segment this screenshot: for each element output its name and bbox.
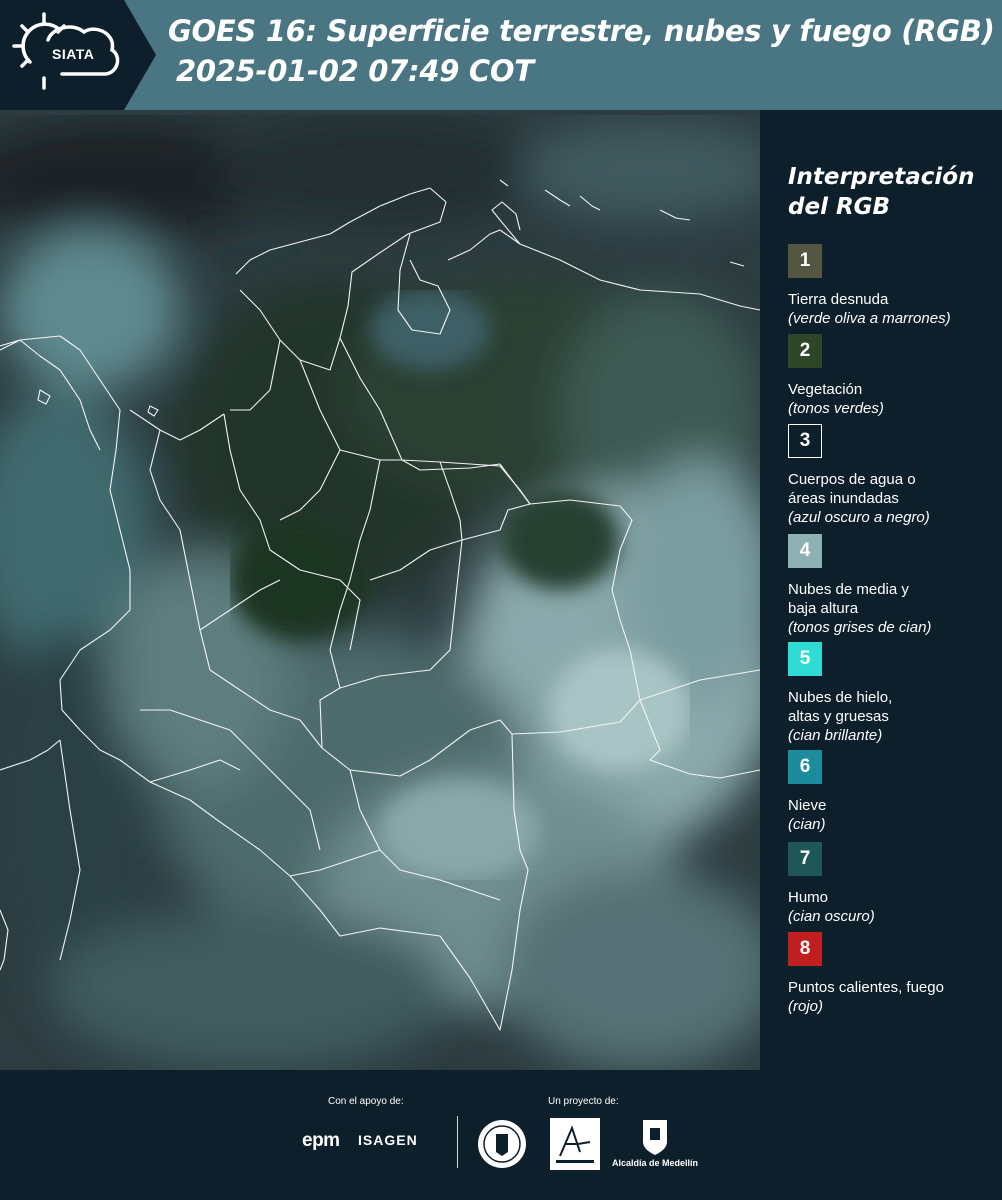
legend-swatch: 3 — [788, 424, 822, 458]
legend-item-snow: 6 Nieve (cian) — [788, 750, 993, 834]
legend-sublabel: (tonos grises de cian) — [788, 619, 932, 636]
footer-divider — [457, 1116, 458, 1168]
header-chevron — [124, 0, 156, 110]
legend-swatch: 7 — [788, 842, 822, 876]
legend-panel: Interpretación del RGB 1 Tierra desnuda … — [760, 110, 1002, 1070]
satellite-map — [0, 110, 760, 1070]
epm-logo: epm — [302, 1130, 340, 1151]
legend-label: Nubes de media y baja altura — [788, 581, 909, 617]
legend-item-ice-clouds: 5 Nubes de hielo, altas y gruesas (cian … — [788, 642, 993, 745]
legend-swatch: 1 — [788, 244, 822, 278]
legend-label: Cuerpos de agua o áreas inundadas — [788, 471, 916, 507]
medellin-coat-of-arms-icon — [643, 1120, 667, 1155]
footer: Con el apoyo de: Un proyecto de: epm ISA… — [0, 1070, 1002, 1200]
legend-swatch: 8 — [788, 932, 822, 966]
legend-label: Puntos calientes, fuego — [788, 979, 944, 996]
university-seal-icon — [478, 1120, 526, 1168]
legend-label: Nieve — [788, 797, 827, 814]
legend-sublabel: (cian oscuro) — [788, 908, 875, 925]
legend-swatch: 5 — [788, 642, 822, 676]
legend-item-bare-land: 1 Tierra desnuda (verde oliva a marrones… — [788, 244, 993, 328]
legend-title: Interpretación del RGB — [788, 164, 975, 220]
legend-item-vegetation: 2 Vegetación (tonos verdes) — [788, 334, 993, 418]
page-timestamp: 2025-01-02 07:49 COT — [176, 54, 534, 88]
legend-label: Tierra desnuda — [788, 291, 889, 308]
legend-item-smoke: 7 Humo (cian oscuro) — [788, 842, 993, 926]
siata-wordmark: SIATA — [52, 46, 95, 62]
siata-logo: SIATA — [0, 0, 124, 110]
isagen-logo: ISAGEN — [358, 1132, 418, 1148]
project-caption: Un proyecto de: — [548, 1096, 619, 1107]
legend-item-fire: 8 Puntos calientes, fuego (rojo) — [788, 932, 993, 1016]
legend-label: Humo — [788, 889, 829, 906]
alcaldia-medellin-label: Alcaldía de Medellín — [612, 1158, 699, 1168]
legend-sublabel: (cian brillante) — [788, 727, 883, 744]
legend-item-low-clouds: 4 Nubes de media y baja altura (tonos gr… — [788, 534, 993, 637]
area-metropolitana-logo — [550, 1118, 600, 1170]
header: SIATA GOES 16: Superficie terrestre, nub… — [0, 0, 1002, 110]
legend-swatch: 4 — [788, 534, 822, 568]
page-title: GOES 16: Superficie terrestre, nubes y f… — [168, 14, 995, 48]
legend-label: Vegetación — [788, 381, 863, 398]
legend-sublabel: (rojo) — [788, 998, 824, 1015]
support-caption: Con el apoyo de: — [328, 1096, 404, 1107]
legend-sublabel: (verde oliva a marrones) — [788, 310, 951, 327]
legend-sublabel: (tonos verdes) — [788, 400, 884, 417]
legend-sublabel: (cian) — [788, 816, 826, 833]
legend-swatch: 2 — [788, 334, 822, 368]
legend-item-water: 3 Cuerpos de agua o áreas inundadas (azu… — [788, 424, 993, 527]
legend-label: Nubes de hielo, altas y gruesas — [788, 689, 893, 725]
legend-swatch: 6 — [788, 750, 822, 784]
legend-sublabel: (azul oscuro a negro) — [788, 509, 930, 526]
